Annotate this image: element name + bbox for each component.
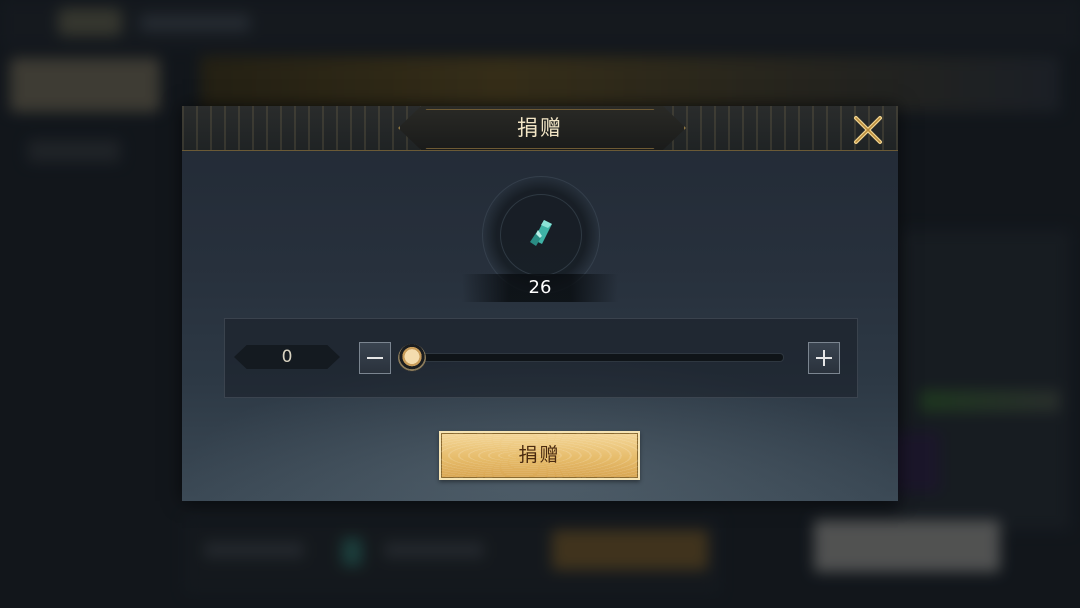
amount-slider-track[interactable] <box>404 353 784 362</box>
amount-value: 0 <box>281 347 293 367</box>
decrease-button[interactable] <box>359 342 391 374</box>
plus-icon <box>816 350 832 366</box>
item-count: 26 <box>528 277 552 298</box>
minus-icon <box>367 357 383 359</box>
dialog-title: 捐赠 <box>517 116 563 140</box>
item-slot[interactable] <box>522 214 558 250</box>
donate-button[interactable]: 捐赠 <box>439 431 640 480</box>
amount-slider-knob[interactable] <box>398 344 426 372</box>
close-icon <box>854 116 882 144</box>
increase-button[interactable] <box>808 342 840 374</box>
green-crystal-icon <box>530 220 552 246</box>
donate-dialog: 捐赠 26 0 捐赠 <box>182 106 898 501</box>
close-button[interactable] <box>850 112 886 148</box>
donate-button-label: 捐赠 <box>518 444 561 466</box>
